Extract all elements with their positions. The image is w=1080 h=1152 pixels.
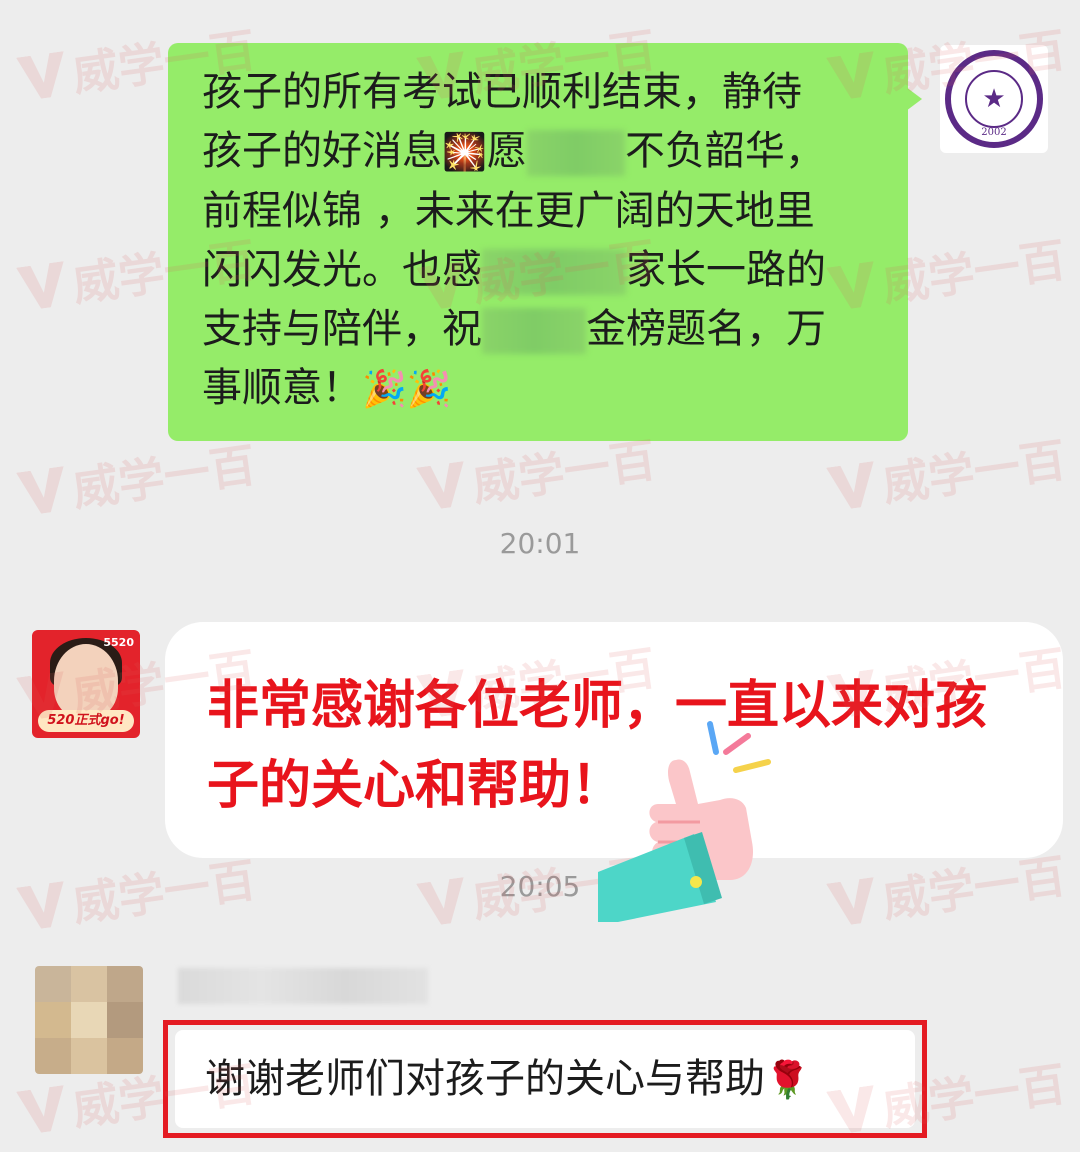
message-line: 事顺意！🎉🎉 xyxy=(202,365,452,411)
school-logo-icon: ★ 2002 xyxy=(945,50,1043,148)
message-line: 孩子的所有考试已顺利结束，静待 xyxy=(202,69,802,115)
blurred-name xyxy=(482,308,586,354)
school-avatar[interactable]: ★ 2002 xyxy=(940,45,1048,153)
avatar-face xyxy=(54,644,118,718)
star-icon: ★ xyxy=(965,70,1023,128)
blurred-name xyxy=(482,249,626,295)
watermark-logo-icon xyxy=(16,466,70,516)
parent-avatar[interactable]: 5520 520正式go! xyxy=(32,630,140,738)
fireworks-icon: 🎇 xyxy=(442,132,487,173)
party-popper-icon: 🎉🎉 xyxy=(362,369,452,410)
watermark-logo-icon xyxy=(16,261,70,311)
watermark-logo-icon xyxy=(416,461,470,511)
watermark-logo-icon xyxy=(16,1085,70,1135)
highlight-box xyxy=(163,1020,927,1138)
blurred-sender-name xyxy=(178,968,428,1004)
message-line: 孩子的好消息🎇愿 不负韶华， xyxy=(202,128,825,176)
watermark-logo-icon xyxy=(826,461,880,511)
message-line: 支持与陪伴，祝 金榜题名，万 xyxy=(202,306,826,354)
watermark: 威学一百 xyxy=(15,429,260,527)
blurred-name xyxy=(526,130,625,176)
blurred-avatar[interactable] xyxy=(35,966,143,1074)
message-line: 闪闪发光。也感 家长一路的 xyxy=(202,247,826,295)
watermark-logo-icon xyxy=(16,51,70,101)
timestamp: 20:05 xyxy=(499,870,581,903)
message-line: 前程似锦 ，未来在更广阔的天地里 xyxy=(202,188,815,234)
thumbs-up-icon xyxy=(598,721,771,922)
timestamp: 20:01 xyxy=(499,527,581,560)
school-message-bubble[interactable]: 孩子的所有考试已顺利结束，静待 孩子的好消息🎇愿 不负韶华， 前程似锦 ，未来在更… xyxy=(168,43,922,441)
